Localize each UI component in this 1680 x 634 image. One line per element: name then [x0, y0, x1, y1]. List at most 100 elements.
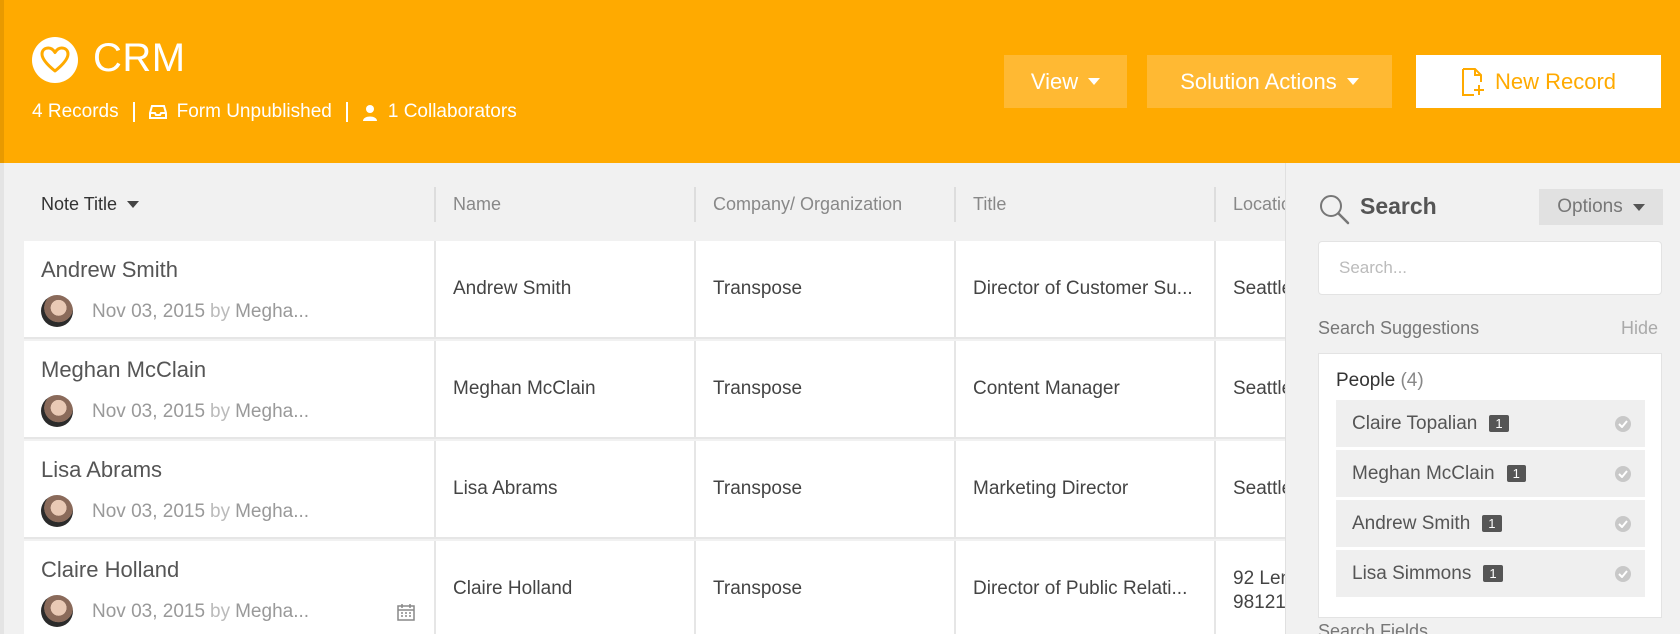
suggestion-name: Meghan McClain: [1352, 462, 1495, 484]
column-header-label: Company/ Organization: [713, 194, 903, 214]
record-title[interactable]: Lisa Abrams: [41, 457, 162, 483]
suggestion-name: Andrew Smith: [1352, 512, 1471, 534]
record-title[interactable]: Meghan McClain: [41, 357, 206, 383]
record-author: Megha...: [235, 601, 310, 622]
suggestions-box: People (4) Claire Topalian 1 Meghan McCl…: [1318, 353, 1662, 618]
check-circle-icon[interactable]: [1615, 516, 1631, 532]
header-bar: CRM 4 Records Form Unpublished 1 Collabo…: [0, 0, 1680, 163]
record-title[interactable]: Claire Holland: [41, 557, 179, 583]
name-cell: Andrew Smith: [434, 241, 694, 337]
title-cell: Content Manager: [954, 341, 1214, 437]
count-badge: 1: [1489, 415, 1509, 432]
company-cell: Transpose: [694, 441, 954, 537]
options-label: Options: [1557, 196, 1623, 217]
check-circle-icon[interactable]: [1615, 466, 1631, 482]
avatar: [41, 595, 73, 627]
collaborators: 1 Collaborators: [362, 101, 517, 123]
heart-icon: [32, 37, 78, 83]
column-header-name[interactable]: Name: [434, 187, 694, 222]
collaborators-text: 1 Collaborators: [387, 101, 517, 122]
check-circle-icon[interactable]: [1615, 566, 1631, 582]
column-header-title[interactable]: Title: [954, 187, 1214, 222]
table-row[interactable]: Lisa Abrams Nov 03, 2015 by Megha... Lisa …: [24, 441, 1285, 539]
column-header-location[interactable]: Location: [1214, 187, 1285, 222]
note-title-cell: Lisa Abrams Nov 03, 2015 by Megha...: [24, 441, 434, 537]
record-author: Megha...: [235, 501, 310, 522]
suggestion-item[interactable]: Andrew Smith 1: [1336, 500, 1645, 547]
avatar: [41, 495, 73, 527]
column-header-label: Name: [453, 194, 502, 214]
chevron-down-icon: [1346, 78, 1359, 85]
search-panel: Search Options Search Suggestions Hide P…: [1285, 163, 1680, 634]
column-header-company[interactable]: Company/ Organization: [694, 187, 954, 222]
view-button[interactable]: View: [1004, 55, 1127, 108]
meta-divider: [132, 102, 135, 122]
table-row[interactable]: Andrew Smith Nov 03, 2015 by Megha... Andr…: [24, 241, 1285, 339]
suggestion-item[interactable]: Lisa Simmons 1: [1336, 550, 1645, 597]
people-label: People: [1336, 370, 1396, 391]
new-record-button[interactable]: New Record: [1416, 55, 1661, 108]
column-header-label: Note Title: [41, 194, 118, 214]
form-status-text: Form Unpublished: [176, 101, 332, 122]
suggestion-item[interactable]: Claire Topalian 1: [1336, 400, 1645, 447]
note-title-cell: Claire Holland Nov 03, 2015 by Megha...: [24, 541, 434, 634]
check-circle-icon[interactable]: [1615, 416, 1631, 432]
hide-suggestions-link[interactable]: Hide: [1621, 318, 1658, 339]
record-by: by: [210, 501, 231, 522]
name-cell: Claire Holland: [434, 541, 694, 634]
location-cell: Seattle: [1214, 241, 1285, 337]
solution-actions-button[interactable]: Solution Actions: [1147, 55, 1392, 108]
meta-divider: [345, 102, 348, 122]
title-cell: Director of Public Relati...: [954, 541, 1214, 634]
search-title: Search: [1360, 193, 1437, 219]
table-row[interactable]: Meghan McClain Nov 03, 2015 by Megha... Me…: [24, 341, 1285, 439]
new-document-icon: [1461, 67, 1484, 96]
company-cell: Transpose: [694, 541, 954, 634]
view-button-label: View: [1030, 68, 1079, 94]
name-cell: Meghan McClain: [434, 341, 694, 437]
table-row[interactable]: Claire Holland Nov 03, 2015 by Megha... Cl…: [24, 541, 1285, 634]
location-cell: Seattle: [1214, 441, 1285, 537]
location-cell: 92 Len 98121: [1214, 541, 1285, 634]
header-meta: 4 Records Form Unpublished 1 Collaborato…: [32, 101, 517, 123]
record-date: Nov 03, 2015: [92, 601, 206, 622]
avatar: [41, 395, 73, 427]
company-cell: Transpose: [694, 241, 954, 337]
chevron-down-icon: [1088, 78, 1101, 85]
inbox-icon: [148, 105, 167, 119]
suggestion-item[interactable]: Meghan McClain 1: [1336, 450, 1645, 497]
options-button[interactable]: Options: [1539, 189, 1663, 225]
record-date: Nov 03, 2015: [92, 501, 206, 522]
search-fields-title: Search Fields: [1318, 621, 1429, 634]
note-title-cell: Meghan McClain Nov 03, 2015 by Megha...: [24, 341, 434, 437]
record-by: by: [210, 601, 231, 622]
title-cell: Marketing Director: [954, 441, 1214, 537]
title-cell: Director of Customer Su...: [954, 241, 1214, 337]
suggestion-name: Claire Topalian: [1352, 412, 1478, 434]
count-badge: 1: [1482, 515, 1502, 532]
location-cell: Seattle: [1214, 341, 1285, 437]
avatar: [41, 295, 73, 327]
app-title: CRM: [93, 36, 186, 80]
records-table: Note Title Name Company/ Organization Ti…: [0, 163, 1285, 634]
record-by: by: [210, 301, 231, 322]
table-header: Note Title Name Company/ Organization Ti…: [24, 163, 1285, 241]
column-header-note-title[interactable]: Note Title: [24, 187, 434, 222]
new-record-label: New Record: [1494, 68, 1617, 94]
calendar-icon[interactable]: [397, 603, 415, 621]
column-header-label: Title: [973, 194, 1007, 214]
note-title-cell: Andrew Smith Nov 03, 2015 by Megha...: [24, 241, 434, 337]
search-input[interactable]: [1318, 241, 1662, 295]
suggestion-name: Lisa Simmons: [1352, 562, 1472, 584]
record-meta: Nov 03, 2015 by Megha...: [92, 301, 309, 323]
record-date: Nov 03, 2015: [92, 301, 206, 322]
record-date: Nov 03, 2015: [92, 401, 206, 422]
record-author: Megha...: [235, 401, 310, 422]
person-icon: [362, 104, 377, 121]
form-status: Form Unpublished: [148, 101, 332, 123]
search-icon: [1320, 195, 1350, 225]
records-count: 4 Records: [32, 101, 119, 122]
record-by: by: [210, 401, 231, 422]
record-title[interactable]: Andrew Smith: [41, 257, 178, 283]
people-group-title: People (4): [1336, 370, 1424, 392]
